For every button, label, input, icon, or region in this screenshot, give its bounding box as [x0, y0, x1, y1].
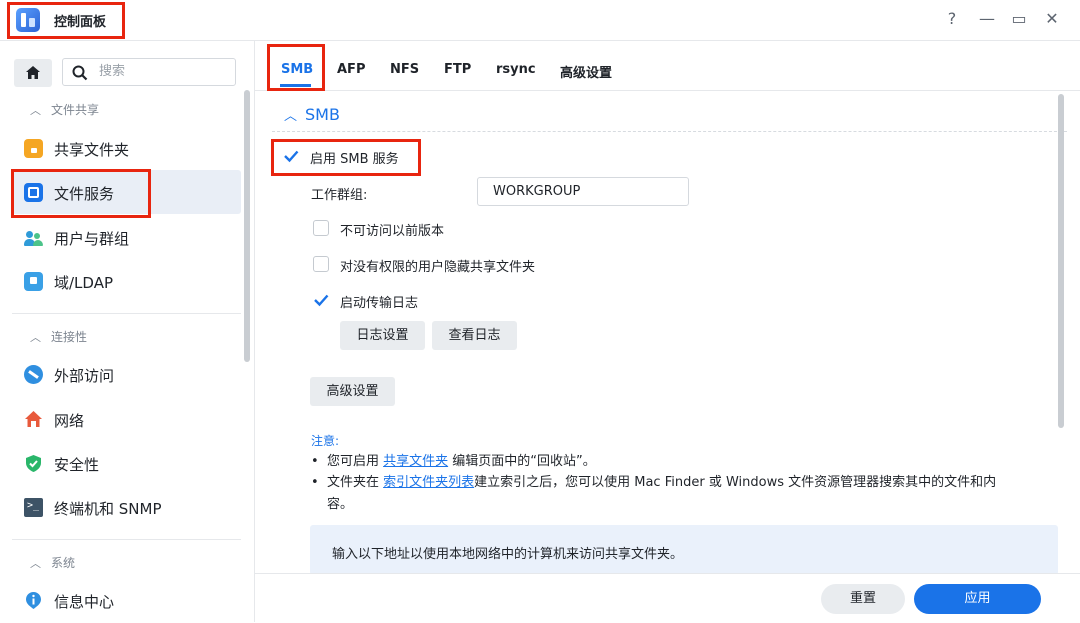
- file-services-icon: [24, 183, 43, 202]
- sidebar-item-domain-ldap[interactable]: 域/LDAP: [12, 259, 241, 303]
- sidebar-item-info-center[interactable]: 信息中心: [12, 578, 241, 622]
- section-header-system[interactable]: ︿ 系统: [30, 554, 75, 571]
- sidebar-item-users-groups[interactable]: 用户与群组: [12, 215, 241, 259]
- no-previous-versions-checkbox[interactable]: [313, 220, 329, 236]
- section-header-connectivity[interactable]: ︿ 连接性: [30, 328, 87, 345]
- workgroup-input[interactable]: [491, 183, 685, 200]
- chevron-up-icon: ︿: [284, 109, 298, 124]
- shared-folder-link[interactable]: 共享文件夹: [383, 454, 448, 469]
- info-icon: [24, 591, 43, 610]
- sidebar-item-network[interactable]: 网络: [12, 397, 241, 441]
- app-title: 控制面板: [54, 15, 107, 30]
- note-line-2-continued: 容。: [327, 497, 354, 512]
- tab-rsync[interactable]: rsync: [496, 62, 536, 77]
- section-divider: [272, 131, 1067, 132]
- notes-title: 注意:: [311, 434, 340, 448]
- chevron-up-icon: ︿: [30, 104, 41, 117]
- tab-bar: [255, 41, 1080, 91]
- tab-afp[interactable]: AFP: [337, 62, 365, 77]
- tab-nfs[interactable]: NFS: [390, 62, 419, 77]
- section-header-file-sharing[interactable]: ︿ 文件共享: [30, 101, 99, 118]
- home-icon: [26, 66, 40, 79]
- access-address-info-box: 输入以下地址以使用本地网络中的计算机来访问共享文件夹。: [310, 525, 1058, 575]
- enable-smb-checkbox[interactable]: [283, 148, 299, 164]
- tab-ftp[interactable]: FTP: [444, 62, 471, 77]
- sidebar-item-shared-folder[interactable]: 共享文件夹: [12, 126, 241, 170]
- content-scrollbar[interactable]: [1058, 94, 1064, 428]
- help-icon[interactable]: ?: [942, 9, 962, 29]
- tab-smb[interactable]: SMB: [281, 62, 313, 77]
- search-input[interactable]: [97, 63, 231, 80]
- access-address-info-text: 输入以下地址以使用本地网络中的计算机来访问共享文件夹。: [332, 547, 684, 562]
- chevron-up-icon: ︿: [30, 557, 41, 570]
- advanced-settings-button[interactable]: 高级设置: [310, 377, 395, 406]
- view-logs-button[interactable]: 查看日志: [432, 321, 517, 350]
- domain-icon: [24, 272, 43, 291]
- index-folder-list-link[interactable]: 索引文件夹列表: [383, 475, 474, 490]
- sidebar-divider: [12, 539, 241, 540]
- sidebar-divider: [12, 313, 241, 314]
- workgroup-field-wrapper[interactable]: [477, 177, 689, 206]
- hide-shares-label: 对没有权限的用户隐藏共享文件夹: [340, 260, 536, 275]
- chevron-up-icon: ︿: [30, 331, 41, 344]
- tab-advanced[interactable]: 高级设置: [560, 62, 612, 81]
- terminal-icon: >_: [24, 498, 43, 517]
- log-settings-button[interactable]: 日志设置: [340, 321, 425, 350]
- users-icon: [24, 228, 43, 247]
- sidebar-item-security[interactable]: 安全性: [12, 441, 241, 485]
- transfer-log-label: 启动传输日志: [340, 296, 419, 311]
- shared-folder-icon: [24, 139, 43, 158]
- note-line-1: • 您可启用 共享文件夹 编辑页面中的“回收站”。: [311, 454, 596, 469]
- active-tab-indicator: [280, 84, 311, 87]
- sidebar-item-external-access[interactable]: 外部访问: [12, 352, 241, 396]
- search-icon: [72, 65, 88, 81]
- workgroup-label: 工作群组:: [311, 188, 368, 203]
- no-previous-versions-label: 不可访问以前版本: [340, 224, 445, 239]
- sidebar-item-terminal-snmp[interactable]: >_ 终端机和 SNMP: [12, 485, 241, 529]
- title-bar: [0, 0, 1080, 41]
- smb-section-title[interactable]: ︿ SMB: [284, 105, 340, 124]
- enable-smb-label: 启用 SMB 服务: [310, 152, 399, 167]
- search-input-wrapper[interactable]: [62, 58, 236, 86]
- shield-icon: [24, 454, 43, 473]
- transfer-log-checkbox[interactable]: [313, 292, 329, 308]
- hide-shares-checkbox[interactable]: [313, 256, 329, 272]
- apply-button[interactable]: 应用: [914, 584, 1041, 614]
- minimize-icon[interactable]: —: [977, 9, 997, 29]
- reset-button[interactable]: 重置: [821, 584, 905, 614]
- sidebar-scrollbar[interactable]: [244, 90, 250, 362]
- sidebar-item-file-services[interactable]: 文件服务: [12, 170, 241, 214]
- network-house-icon: [24, 410, 43, 429]
- home-button[interactable]: [14, 59, 52, 87]
- close-icon[interactable]: ✕: [1042, 9, 1062, 29]
- control-panel-icon: [16, 8, 40, 32]
- maximize-icon[interactable]: ▭: [1009, 9, 1029, 29]
- note-line-2: • 文件夹在 索引文件夹列表建立索引之后，您可以使用 Mac Finder 或 …: [311, 475, 997, 490]
- checkmark-icon: [314, 294, 329, 307]
- checkmark-icon: [284, 150, 299, 163]
- external-access-icon: [24, 365, 43, 384]
